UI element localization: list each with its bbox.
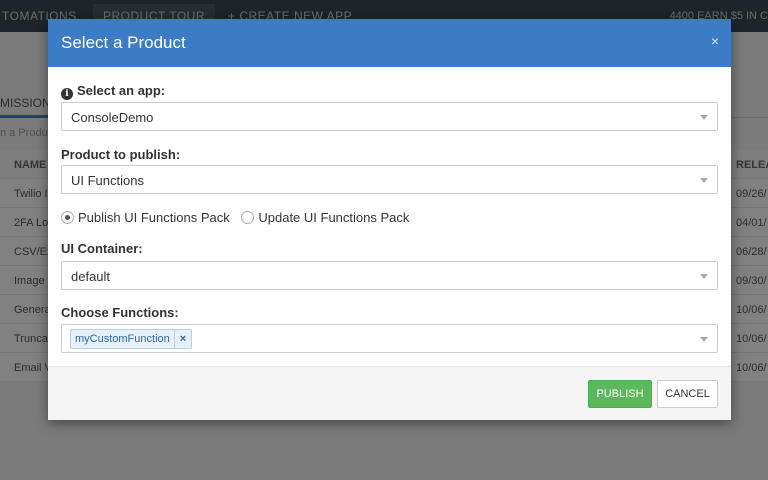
publish-pack-radio[interactable]: Publish UI Functions Pack xyxy=(61,210,230,225)
modal-footer: PUBLISH CANCEL xyxy=(48,366,731,420)
publish-pack-label: Publish UI Functions Pack xyxy=(78,210,230,225)
product-label: Product to publish: xyxy=(61,147,181,162)
function-tag-label: myCustomFunction xyxy=(75,333,170,345)
cancel-button[interactable]: CANCEL xyxy=(657,380,718,408)
select-product-modal: Select a Product × i Select an app: Conso… xyxy=(48,19,731,420)
select-app-label: i Select an app: xyxy=(61,83,165,100)
chevron-down-icon xyxy=(700,115,708,120)
product-select-value: UI Functions xyxy=(71,173,144,188)
update-pack-radio[interactable]: Update UI Functions Pack xyxy=(241,210,409,225)
select-app-label-text: Select an app: xyxy=(77,83,166,98)
ui-container-label: UI Container: xyxy=(61,241,143,256)
update-pack-label: Update UI Functions Pack xyxy=(258,210,410,225)
close-icon[interactable]: × xyxy=(711,33,719,49)
chevron-down-icon xyxy=(700,178,708,183)
ui-container-value: default xyxy=(71,269,111,284)
publish-button[interactable]: PUBLISH xyxy=(588,380,652,408)
info-icon: i xyxy=(61,88,73,100)
functions-multiselect[interactable]: myCustomFunction × xyxy=(61,324,718,353)
chevron-down-icon xyxy=(700,337,708,342)
pack-mode-radio-group: Publish UI Functions Pack Update UI Func… xyxy=(61,210,417,226)
function-tag: myCustomFunction × xyxy=(70,329,193,349)
app-select[interactable]: ConsoleDemo xyxy=(61,102,718,131)
radio-unchecked-icon[interactable] xyxy=(241,211,255,224)
choose-functions-label: Choose Functions: xyxy=(61,305,179,320)
radio-checked-icon[interactable] xyxy=(61,211,74,224)
modal-header: Select a Product × xyxy=(48,19,731,67)
chevron-down-icon xyxy=(700,274,708,279)
remove-tag-icon[interactable]: × xyxy=(173,330,191,348)
product-select[interactable]: UI Functions xyxy=(61,165,718,194)
app-select-value: ConsoleDemo xyxy=(71,110,154,125)
modal-title: Select a Product xyxy=(61,33,186,52)
ui-container-select[interactable]: default xyxy=(61,261,718,290)
